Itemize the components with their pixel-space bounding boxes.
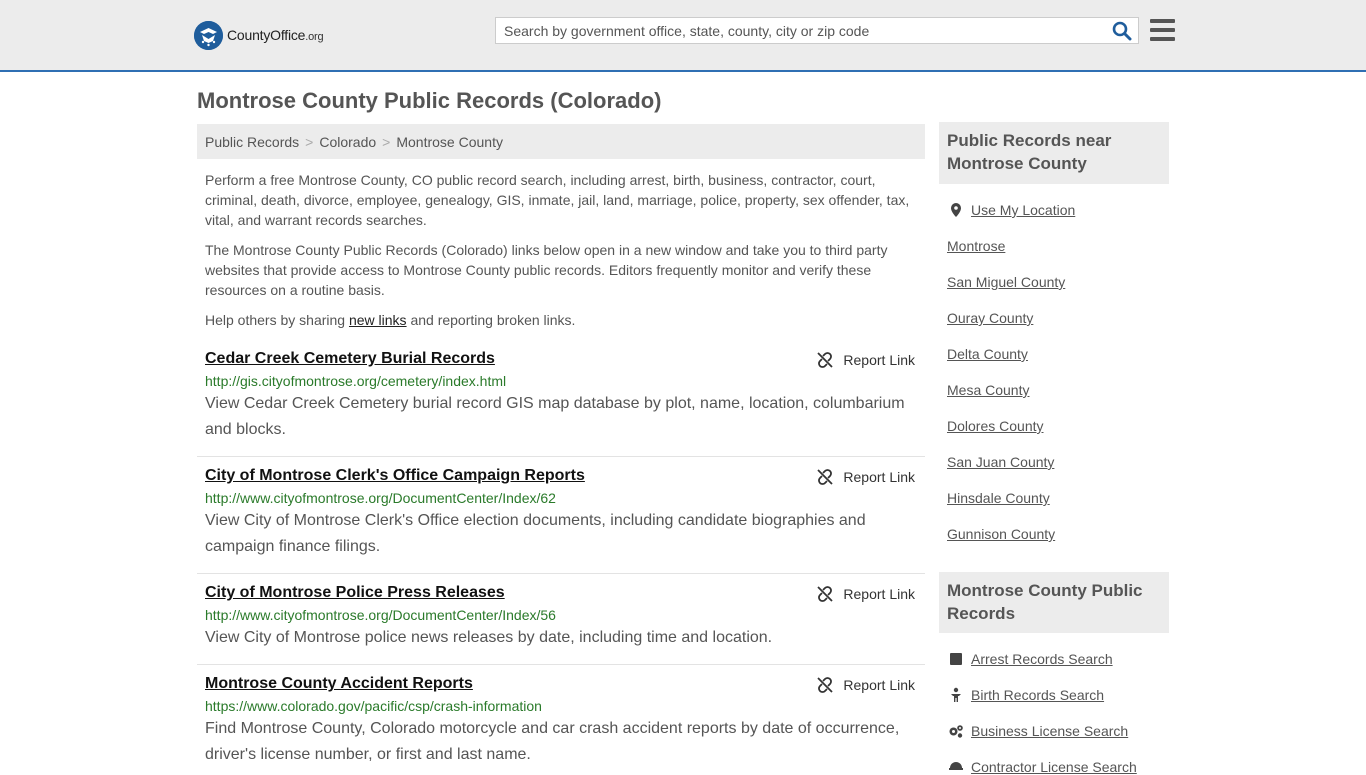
logo-brand: CountyOffice [227,27,306,43]
record-description: Find Montrose County, Colorado motorcycl… [205,720,900,763]
near-link-hinsdale-county[interactable]: Hinsdale County [947,490,1050,506]
record-url: https://www.colorado.gov/pacific/csp/cra… [205,698,542,714]
business-license-search-link[interactable]: Business License Search [971,723,1128,739]
report-link-label: Report Link [843,677,915,693]
breadcrumb-colorado[interactable]: Colorado [319,134,376,150]
search-input[interactable] [496,18,1112,43]
logo-badge-icon [194,20,223,50]
intro-paragraph-2: The Montrose County Public Records (Colo… [205,242,888,298]
hamburger-menu-icon[interactable] [1150,19,1175,41]
intro-paragraph-1: Perform a free Montrose County, CO publi… [205,172,910,228]
logo-tld: .org [305,31,324,43]
record-title-link[interactable]: Cedar Creek Cemetery Burial Records [205,350,495,368]
record-title-link[interactable]: City of Montrose Clerk's Office Campaign… [205,467,585,485]
top-header: CountyOffice.org [0,0,1366,72]
record-divider [197,664,925,665]
gears-icon [949,725,963,738]
baby-icon [951,687,961,702]
record-description: View Cedar Creek Cemetery burial record … [205,395,905,438]
record-item: City of Montrose Clerk's Office Campaign… [197,467,925,560]
intro-paragraph-3: Help others by sharing new links and rep… [205,310,917,330]
record-divider [197,456,925,457]
report-link-label: Report Link [843,352,915,368]
new-links-link[interactable]: new links [349,312,407,328]
contractor-license-search-link[interactable]: Contractor License Search [971,759,1137,775]
county-records-heading: Montrose County Public Records [939,572,1169,633]
search-button[interactable] [1112,21,1134,41]
near-link-delta-county[interactable]: Delta County [947,346,1028,362]
near-records-heading: Public Records near Montrose County [939,122,1169,184]
record-item: Cedar Creek Cemetery Burial Records http… [197,350,925,443]
search-icon [1112,21,1132,41]
record-url: http://www.cityofmontrose.org/DocumentCe… [205,490,556,506]
contractor-icon [949,762,963,770]
broken-link-icon [817,469,834,485]
report-link-button[interactable]: Report Link [817,586,915,602]
arrest-icon [950,653,962,665]
help-text: Help others by sharing [205,312,349,328]
record-url: http://www.cityofmontrose.org/DocumentCe… [205,607,556,623]
near-link-dolores-county[interactable]: Dolores County [947,418,1044,434]
broken-link-icon [817,677,834,693]
record-item: City of Montrose Police Press Releases h… [197,584,925,651]
near-link-mesa-county[interactable]: Mesa County [947,382,1029,398]
near-link-san-miguel-county[interactable]: San Miguel County [947,274,1065,290]
location-pin-icon [951,203,961,217]
report-link-button[interactable]: Report Link [817,469,915,485]
report-link-label: Report Link [843,586,915,602]
page-title: Montrose County Public Records (Colorado… [197,88,662,113]
record-url: http://gis.cityofmontrose.org/cemetery/i… [205,373,507,389]
record-description: View City of Montrose Clerk's Office ele… [205,512,866,555]
report-link-label: Report Link [843,469,915,485]
record-title-link[interactable]: Montrose County Accident Reports [205,675,473,693]
report-link-button[interactable]: Report Link [817,352,915,368]
record-item: Montrose County Accident Reports https:/… [197,675,925,768]
near-link-gunnison-county[interactable]: Gunnison County [947,526,1055,542]
near-link-san-juan-county[interactable]: San Juan County [947,454,1054,470]
breadcrumb-separator: > [382,134,391,150]
near-link-ouray-county[interactable]: Ouray County [947,310,1033,326]
arrest-records-search-link[interactable]: Arrest Records Search [971,651,1113,667]
broken-link-icon [817,586,834,602]
use-my-location-link[interactable]: Use My Location [971,202,1075,218]
help-text-end: and reporting broken links. [406,312,576,328]
breadcrumb-montrose-county[interactable]: Montrose County [396,134,503,150]
near-link-montrose[interactable]: Montrose [947,238,1005,254]
site-logo[interactable]: CountyOffice.org [194,20,324,50]
breadcrumb-separator: > [305,134,314,150]
report-link-button[interactable]: Report Link [817,677,915,693]
logo-text: CountyOffice.org [227,27,324,43]
record-description: View City of Montrose police news releas… [205,629,773,646]
breadcrumb-public-records[interactable]: Public Records [205,134,299,150]
birth-records-search-link[interactable]: Birth Records Search [971,687,1104,703]
broken-link-icon [817,352,834,368]
search-box [495,17,1139,44]
record-title-link[interactable]: City of Montrose Police Press Releases [205,584,505,602]
breadcrumb: Public Records > Colorado > Montrose County [197,124,925,159]
record-divider [197,573,925,574]
